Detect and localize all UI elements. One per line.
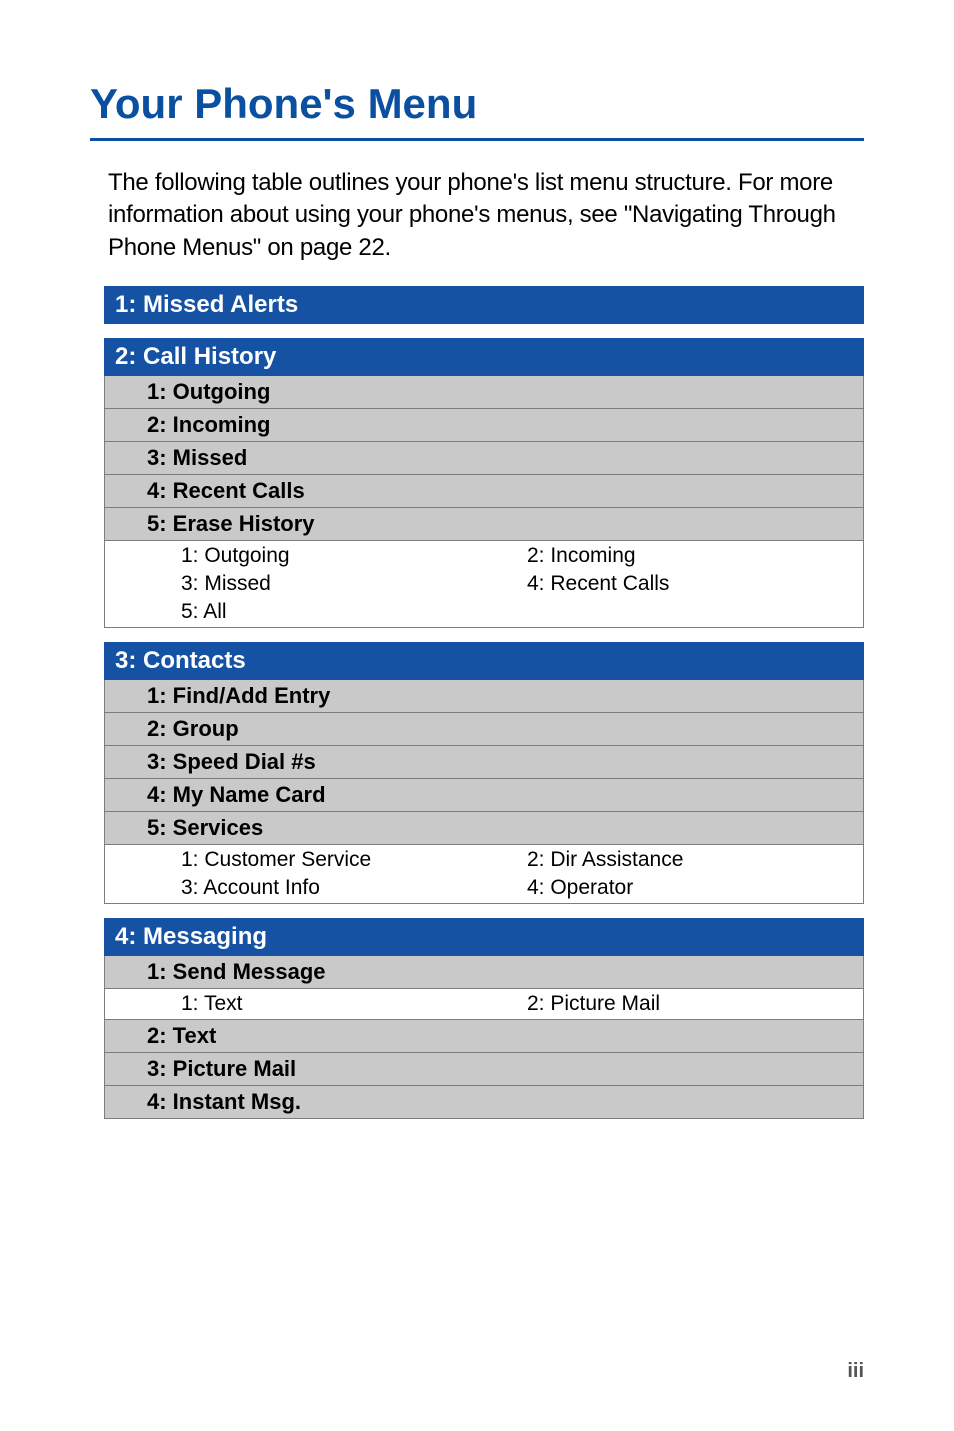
submenu-item: 1: Find/Add Entry (104, 680, 864, 713)
submenu-item: 4: Instant Msg. (104, 1086, 864, 1119)
leaf-item: 2: Picture Mail (527, 992, 853, 1016)
submenu-item: 2: Text (104, 1020, 864, 1053)
section-header: 2: Call History (104, 338, 864, 376)
menu-section-missed-alerts: 1: Missed Alerts (104, 286, 864, 324)
leaf-item: 2: Dir Assistance (527, 848, 853, 872)
section-header: 4: Messaging (104, 918, 864, 956)
submenu-item: 5: Erase History (104, 508, 864, 541)
leaf-item: 2: Incoming (527, 544, 853, 568)
submenu-item: 4: Recent Calls (104, 475, 864, 508)
submenu-item: 3: Missed (104, 442, 864, 475)
leaf-row: 1: Text 2: Picture Mail (104, 989, 864, 1020)
submenu-item: 2: Group (104, 713, 864, 746)
leaf-item: 1: Customer Service (181, 848, 507, 872)
title-rule (90, 138, 864, 141)
page-title: Your Phone's Menu (90, 80, 864, 128)
leaf-row: 1: Customer Service 2: Dir Assistance 3:… (104, 845, 864, 904)
leaf-item: 4: Operator (527, 876, 853, 900)
leaf-item: 3: Account Info (181, 876, 507, 900)
leaf-item: 3: Missed (181, 572, 507, 596)
menu-section-contacts: 3: Contacts 1: Find/Add Entry 2: Group 3… (104, 642, 864, 904)
submenu-item: 4: My Name Card (104, 779, 864, 812)
submenu-item: 1: Outgoing (104, 376, 864, 409)
leaf-item: 1: Outgoing (181, 544, 507, 568)
menu-section-messaging: 4: Messaging 1: Send Message 1: Text 2: … (104, 918, 864, 1119)
section-header: 3: Contacts (104, 642, 864, 680)
leaf-item: 4: Recent Calls (527, 572, 853, 596)
menu-section-call-history: 2: Call History 1: Outgoing 2: Incoming … (104, 338, 864, 628)
submenu-item: 5: Services (104, 812, 864, 845)
submenu-item: 2: Incoming (104, 409, 864, 442)
submenu-item: 3: Picture Mail (104, 1053, 864, 1086)
submenu-item: 1: Send Message (104, 956, 864, 989)
page-number: iii (847, 1360, 864, 1383)
intro-paragraph: The following table outlines your phone'… (108, 167, 864, 264)
leaf-row: 1: Outgoing 2: Incoming 3: Missed 4: Rec… (104, 541, 864, 628)
section-header: 1: Missed Alerts (104, 286, 864, 324)
leaf-item: 5: All (181, 600, 507, 624)
submenu-item: 3: Speed Dial #s (104, 746, 864, 779)
leaf-item: 1: Text (181, 992, 507, 1016)
